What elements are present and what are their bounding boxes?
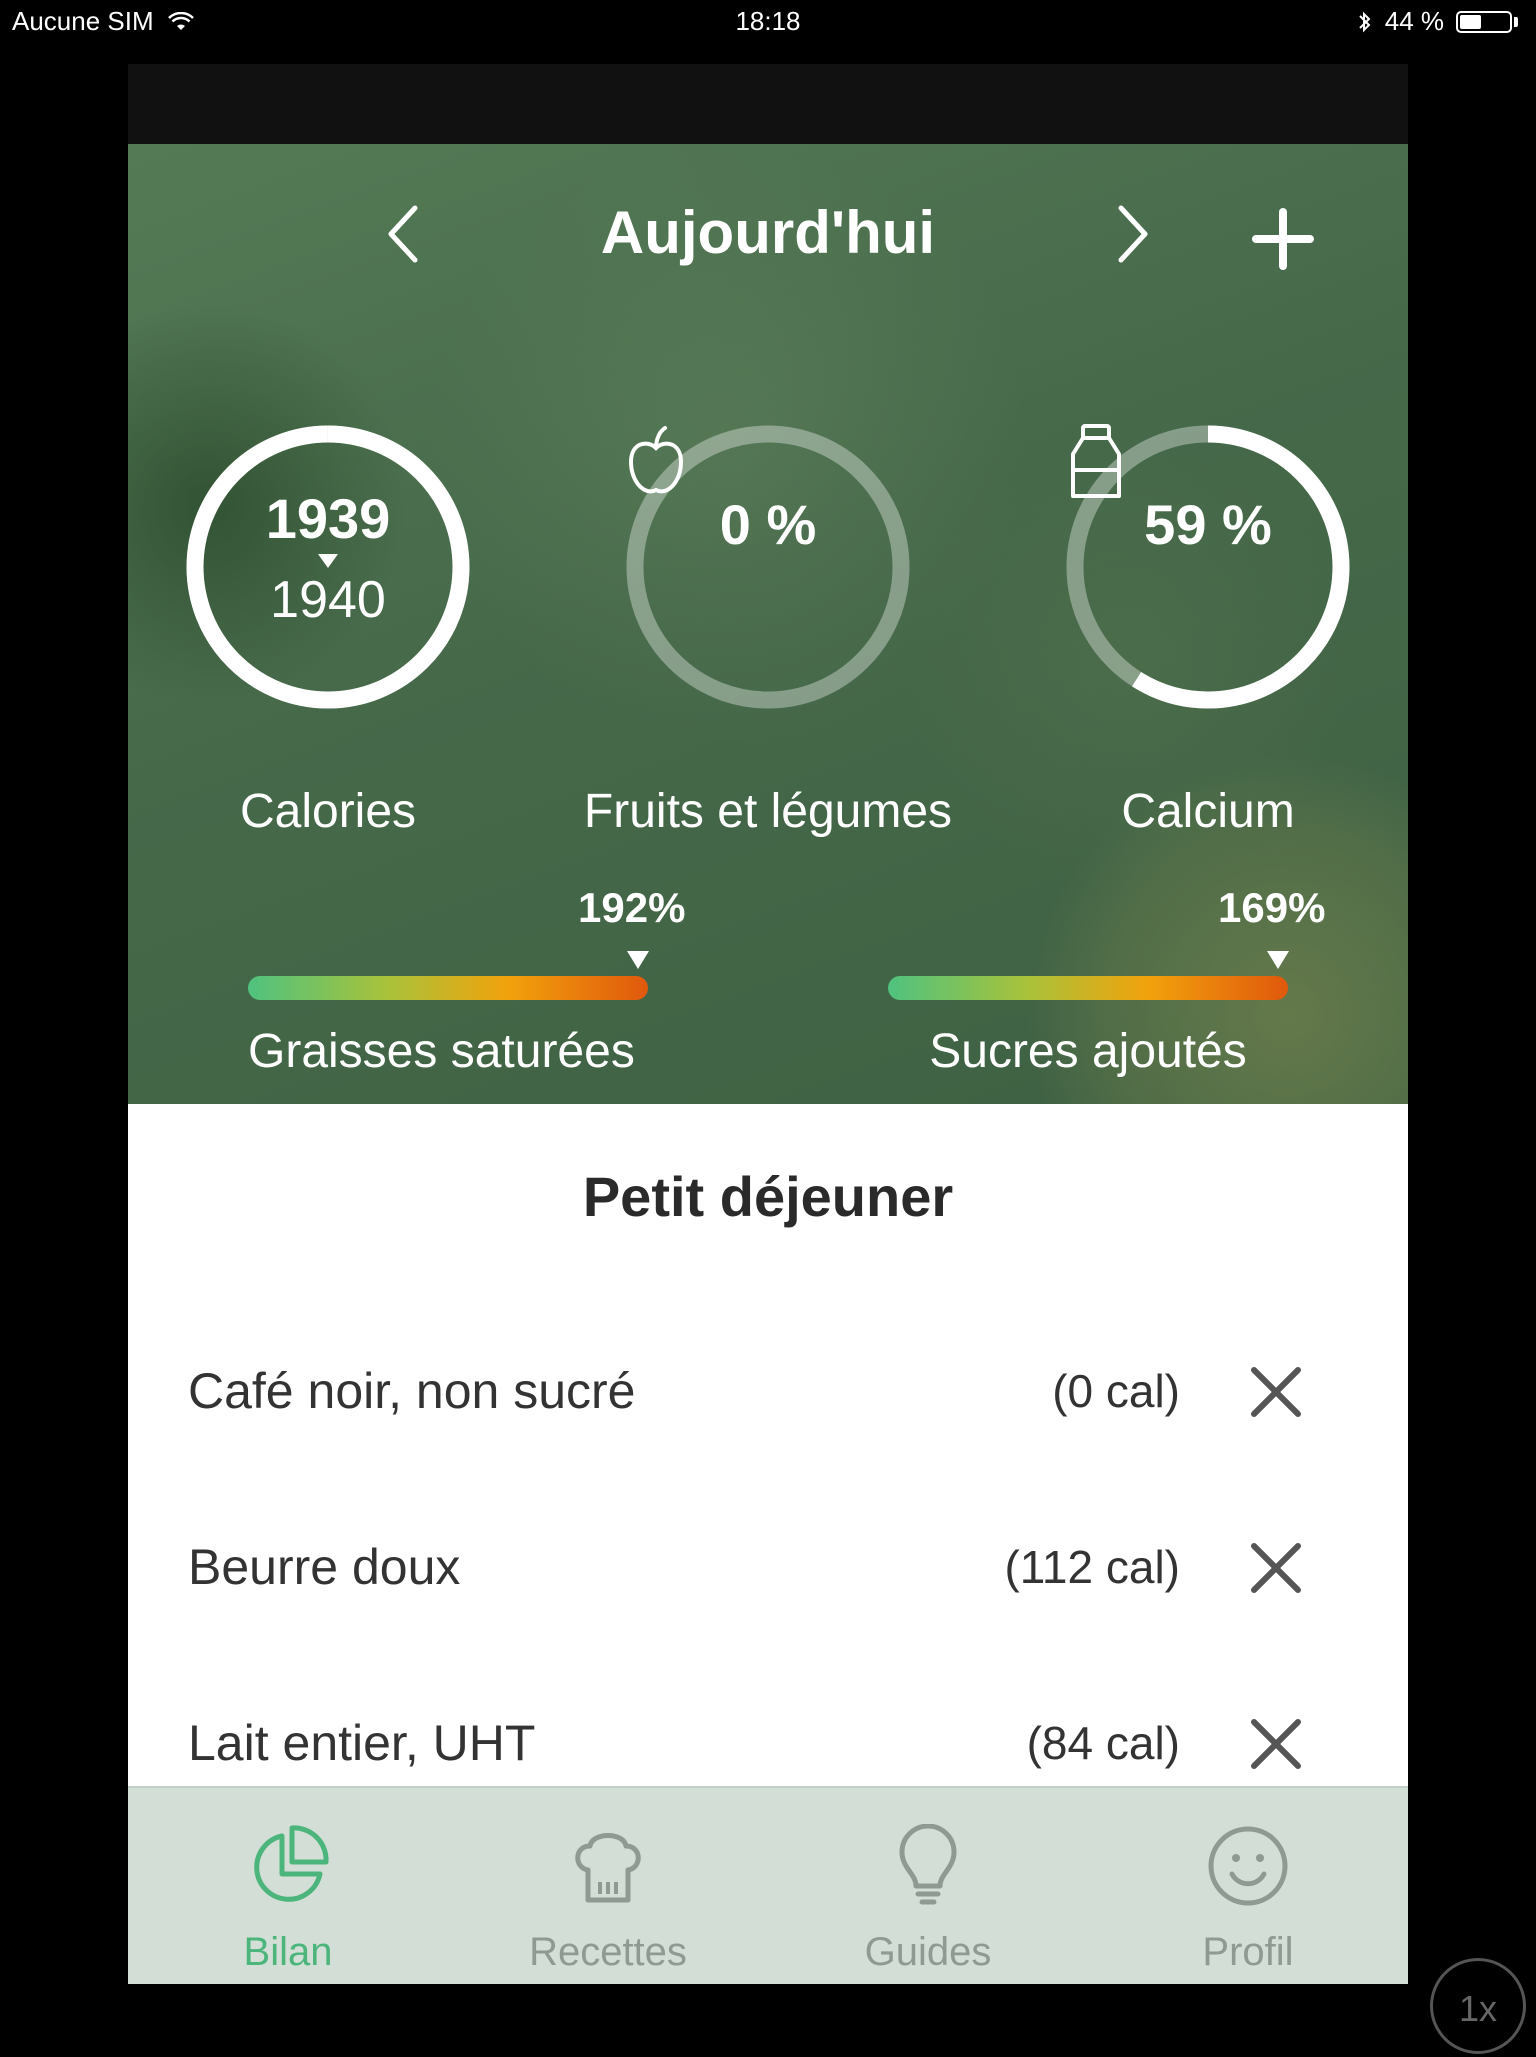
item-name: Beurre doux [188, 1539, 461, 1595]
fruits-ring[interactable]: 0 % [623, 422, 913, 712]
pie-chart-icon [254, 1825, 329, 1902]
app-window: Aujourd'hui 1939 1940 Calories 0 % Fruit… [128, 64, 1408, 1984]
smiley-icon [1208, 1826, 1288, 1906]
calories-value: 1939 [265, 487, 391, 550]
added-sugar-label: Sucres ajoutés [929, 1025, 1247, 1078]
saturated-fat-bar [248, 976, 648, 1000]
saturated-fat-marker [627, 951, 649, 969]
calories-label: Calories [239, 785, 417, 838]
tab-profil[interactable]: Profil [1088, 1788, 1408, 1984]
added-sugar-bar [888, 976, 1288, 1000]
tab-bilan[interactable]: Bilan [128, 1788, 448, 1984]
zoom-button[interactable]: 1x [1430, 1958, 1526, 2054]
list-item[interactable]: Beurre doux (112 cal) [128, 1480, 1408, 1656]
status-bar: Aucune SIM 18:18 44 % [0, 0, 1536, 44]
milk-bottle-icon [1071, 424, 1121, 498]
tab-label: Recettes [529, 1930, 687, 1974]
date-navigation: Aujourd'hui [128, 174, 1408, 284]
tab-guides[interactable]: Guides [768, 1788, 1088, 1984]
tab-label: Profil [1202, 1930, 1294, 1974]
close-icon[interactable] [1248, 1364, 1304, 1420]
tab-recettes[interactable]: Recettes [448, 1788, 768, 1984]
saturated-fat-gauge[interactable]: 192% Graisses saturées [248, 884, 685, 1104]
calcium-ring[interactable]: 59 % [1063, 422, 1353, 712]
item-name: Café noir, non sucré [188, 1363, 636, 1419]
apple-icon [628, 426, 684, 494]
close-icon[interactable] [1248, 1716, 1304, 1772]
chevron-right-icon[interactable] [1103, 194, 1163, 274]
item-calories: (84 cal) [1026, 1717, 1180, 1769]
item-name: Lait entier, UHT [188, 1715, 536, 1771]
tab-label: Guides [864, 1930, 992, 1974]
tab-bar: Bilan Recettes Guides Profil [128, 1786, 1408, 1984]
daily-summary-panel: Aujourd'hui 1939 1940 Calories 0 % Fruit… [128, 144, 1408, 1104]
page-title: Aujourd'hui [600, 199, 936, 266]
fruits-label: Fruits et légumes [583, 785, 953, 838]
meal-section: Petit déjeuner Café noir, non sucré (0 c… [128, 1104, 1408, 1784]
calcium-label: Calcium [1121, 785, 1295, 838]
plus-icon[interactable] [1248, 204, 1318, 274]
calories-ring[interactable]: 1939 1940 [183, 422, 473, 712]
meal-title: Petit déjeuner [582, 1165, 954, 1228]
added-sugar-percent: 169% [1218, 884, 1326, 931]
saturated-fat-label: Graisses saturées [248, 1025, 635, 1078]
calories-target: 1940 [270, 571, 386, 629]
chef-hat-icon [575, 1833, 641, 1903]
battery-icon [1456, 10, 1512, 33]
item-calories: (112 cal) [1004, 1541, 1180, 1593]
tab-label: Bilan [243, 1930, 333, 1974]
close-icon[interactable] [1248, 1540, 1304, 1596]
bluetooth-icon [1359, 11, 1371, 32]
item-calories: (0 cal) [1052, 1365, 1180, 1417]
saturated-fat-percent: 192% [578, 884, 686, 931]
added-sugar-marker [1267, 951, 1289, 969]
status-time: 18:18 [735, 6, 801, 36]
app-top-bar [128, 64, 1408, 144]
added-sugar-gauge[interactable]: 169% Sucres ajoutés [888, 884, 1325, 1104]
lightbulb-icon [899, 1824, 957, 1905]
calories-marker [318, 554, 338, 568]
list-item[interactable]: Café noir, non sucré (0 cal) [128, 1304, 1408, 1480]
battery-percent: 44 % [1384, 6, 1444, 36]
